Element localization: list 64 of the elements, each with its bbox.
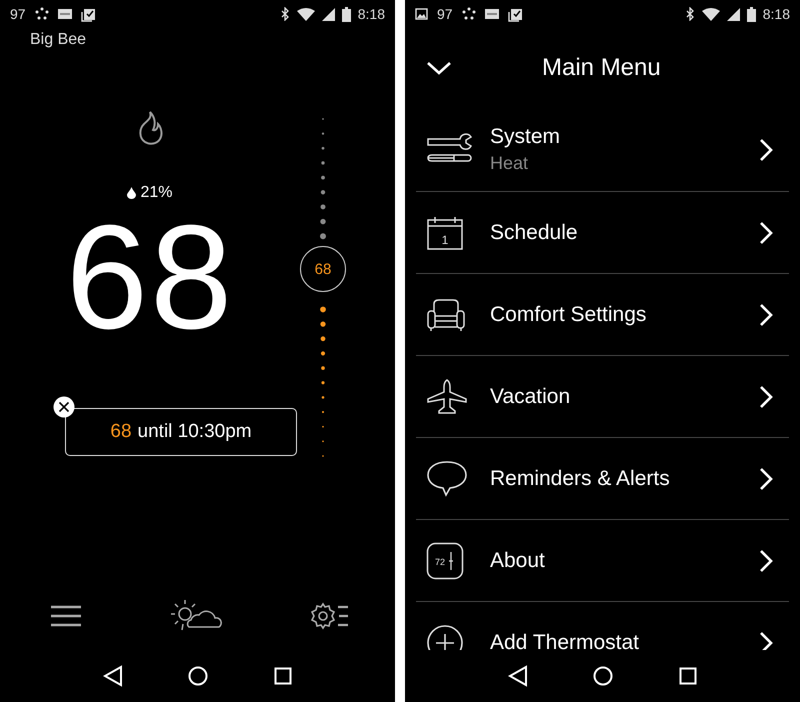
close-icon[interactable] bbox=[53, 396, 75, 418]
clipboard-check-icon bbox=[508, 6, 523, 22]
chevron-right-icon bbox=[759, 138, 773, 162]
current-temperature: 68 bbox=[66, 214, 234, 342]
clipboard-check-icon bbox=[80, 6, 96, 22]
menu-title: Main Menu bbox=[542, 54, 661, 82]
menu-item-label: System bbox=[490, 125, 562, 149]
home-icon[interactable] bbox=[593, 666, 614, 686]
notification-count: 97 bbox=[10, 6, 26, 22]
droplet-icon bbox=[127, 187, 136, 199]
wifi-icon bbox=[296, 8, 315, 20]
back-icon[interactable] bbox=[508, 665, 528, 687]
notification-count: 97 bbox=[437, 6, 453, 22]
menu-item[interactable]: 72 About bbox=[416, 520, 789, 602]
hold-until-text: until 10:30pm bbox=[138, 421, 252, 443]
menu-item-label: Reminders & Alerts bbox=[490, 466, 671, 490]
menu-item-subtitle: Heat bbox=[490, 153, 530, 174]
menu-item[interactable]: Reminders & Alerts bbox=[416, 438, 789, 520]
setpoint-thumb[interactable]: 68 bbox=[300, 246, 346, 292]
menu-icon[interactable] bbox=[50, 605, 82, 627]
speech-bubble-icon bbox=[426, 460, 468, 498]
hold-setpoint: 68 bbox=[110, 421, 132, 443]
dots-icon bbox=[462, 7, 476, 21]
menu-item-label: Schedule bbox=[490, 220, 579, 244]
chevron-right-icon bbox=[759, 466, 773, 490]
battery-icon bbox=[746, 6, 756, 22]
image-icon bbox=[415, 8, 428, 20]
bluetooth-icon bbox=[280, 7, 290, 21]
setpoint-slider[interactable]: 68 bbox=[300, 115, 346, 460]
menu-item[interactable]: Vacation bbox=[416, 356, 789, 438]
settings-icon[interactable] bbox=[310, 602, 350, 630]
recents-icon[interactable] bbox=[679, 667, 698, 685]
bluetooth-icon bbox=[686, 7, 695, 21]
thermostat-icon: 72 bbox=[426, 542, 464, 580]
recents-icon[interactable] bbox=[274, 667, 292, 685]
airplane-icon bbox=[426, 378, 468, 414]
menu-item[interactable]: Comfort Settings bbox=[416, 274, 789, 356]
wifi-icon bbox=[702, 8, 720, 20]
hold-banner[interactable]: 68 until 10:30pm bbox=[65, 408, 297, 456]
menu-item-label: About bbox=[490, 548, 546, 572]
menu-item[interactable]: 1 Schedule bbox=[416, 192, 789, 274]
speaker-icon bbox=[484, 8, 499, 20]
signal-icon bbox=[726, 8, 740, 20]
menu-item-label: Comfort Settings bbox=[490, 302, 648, 326]
armchair-icon bbox=[426, 298, 466, 332]
speaker-icon bbox=[58, 8, 72, 20]
chevron-right-icon bbox=[759, 384, 773, 408]
menu-item[interactable]: System Heat bbox=[416, 108, 789, 192]
status-time: 8:18 bbox=[358, 6, 385, 22]
thermostat-name: Big Bee bbox=[30, 31, 86, 49]
chevron-right-icon bbox=[759, 630, 773, 650]
menu-item-label: Vacation bbox=[490, 384, 572, 408]
status-time: 8:18 bbox=[762, 6, 790, 22]
chevron-right-icon bbox=[759, 548, 773, 572]
menu-item-label: Add Thermostat bbox=[490, 630, 640, 650]
battery-icon bbox=[342, 6, 351, 22]
signal-icon bbox=[322, 8, 335, 20]
chevron-right-icon bbox=[759, 220, 773, 244]
chevron-right-icon bbox=[759, 302, 773, 326]
back-icon[interactable] bbox=[102, 665, 123, 687]
home-icon[interactable] bbox=[188, 666, 208, 686]
collapse-chevron-icon[interactable] bbox=[426, 60, 452, 76]
dots-icon bbox=[34, 7, 49, 21]
humidity-reading: 21% bbox=[140, 184, 173, 202]
